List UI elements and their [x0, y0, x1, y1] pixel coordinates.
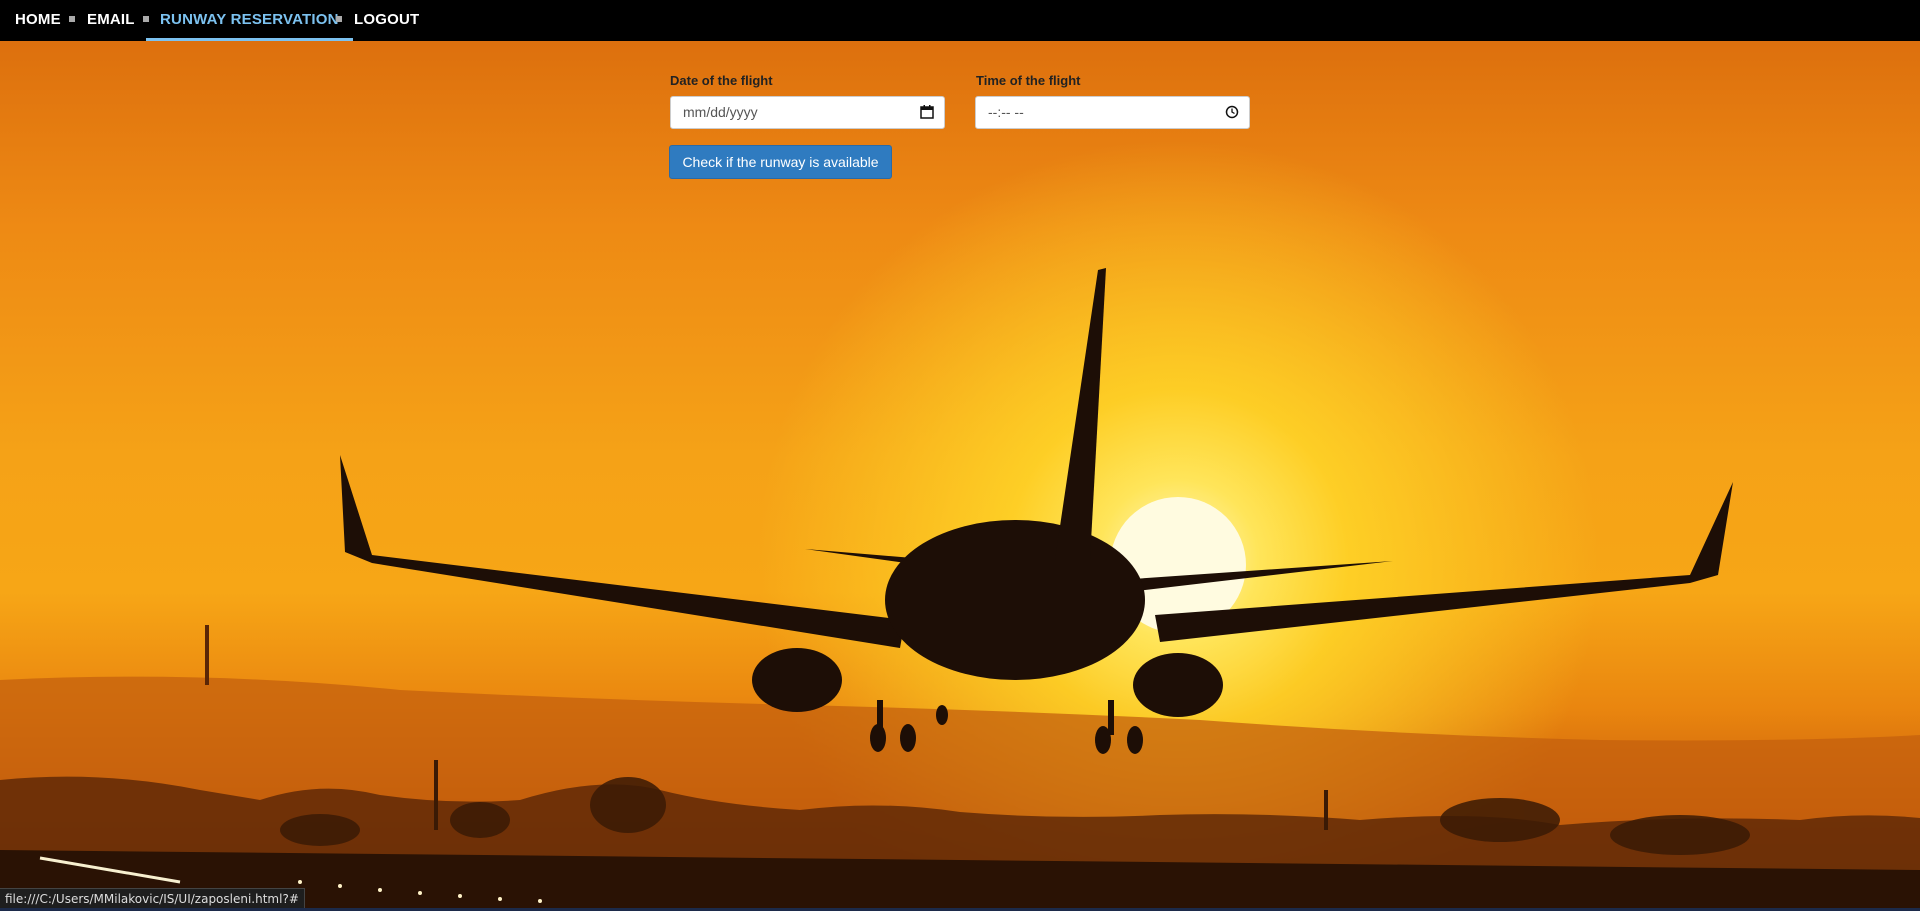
- nav-runway-reservation-link[interactable]: RUNWAY RESERVATION: [146, 0, 353, 41]
- nav-logout-link[interactable]: LOGOUT: [354, 0, 419, 41]
- nav-email-link[interactable]: EMAIL: [87, 0, 135, 41]
- nav-separator: [336, 16, 342, 22]
- time-placeholder: --:-- --: [988, 104, 1024, 120]
- airplane-landing-image: [0, 268, 1920, 911]
- clock-icon[interactable]: [1225, 105, 1239, 119]
- date-label: Date of the flight: [670, 73, 773, 88]
- flight-date-input[interactable]: mm/dd/yyyy: [670, 96, 945, 129]
- calendar-icon[interactable]: [920, 105, 934, 119]
- nav-separator: [69, 16, 75, 22]
- background-scene: [0, 0, 1920, 911]
- nav-home-link[interactable]: HOME: [15, 0, 61, 41]
- top-nav: HOME EMAIL RUNWAY RESERVATION LOGOUT: [0, 0, 1920, 41]
- airplane: [340, 268, 1733, 754]
- flight-time-input[interactable]: --:-- --: [975, 96, 1250, 129]
- check-runway-availability-button[interactable]: Check if the runway is available: [669, 145, 892, 179]
- date-placeholder: mm/dd/yyyy: [683, 104, 758, 120]
- time-label: Time of the flight: [976, 73, 1081, 88]
- status-bar-url: file:///C:/Users/MMilakovic/IS/UI/zaposl…: [0, 888, 305, 909]
